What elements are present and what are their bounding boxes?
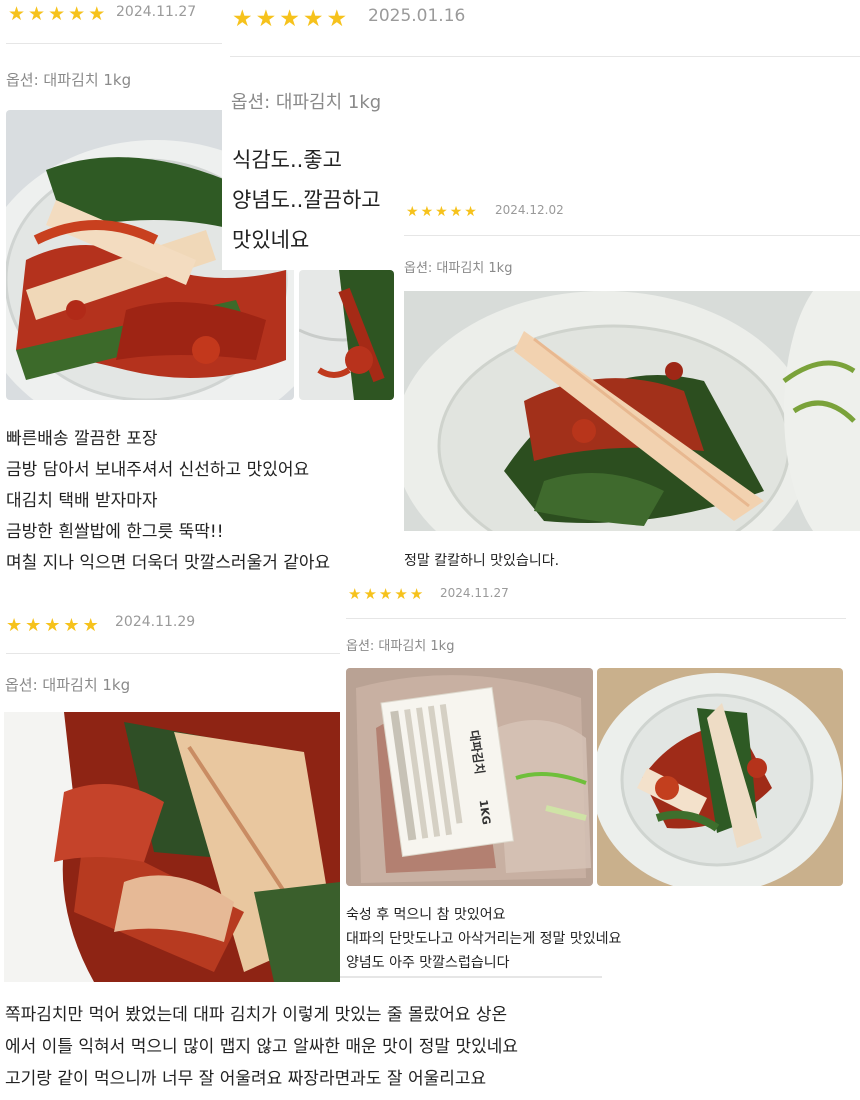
review-date: 2024.11.29 bbox=[115, 614, 196, 630]
review-text-line: 정말 칼칼하니 맛있습니다. bbox=[404, 553, 560, 569]
star-icon: ★ bbox=[63, 615, 80, 636]
star-icon: ★ bbox=[28, 3, 46, 25]
star-icon: ★ bbox=[232, 6, 253, 32]
star-icon: ★ bbox=[409, 585, 424, 603]
divider bbox=[6, 43, 222, 44]
review-text-line: 맛있네요 bbox=[232, 228, 310, 252]
review-text-line: 양념도..깔끔하고 bbox=[232, 188, 381, 212]
review-card-3: ★ ★ ★ ★ ★ 2024.12.02 옵션: 대파김치 1kg 정말 칼칼하… bbox=[400, 195, 860, 580]
review-date: 2024.11.27 bbox=[116, 4, 197, 20]
review-photo bbox=[299, 270, 394, 400]
review-text-line: 며칠 지나 익으면 더욱더 맛깔스러울거 같아요 bbox=[6, 553, 331, 573]
star-icon: ★ bbox=[88, 3, 106, 25]
review-photo bbox=[404, 291, 860, 531]
star-icon: ★ bbox=[6, 615, 23, 636]
review-date: 2025.01.16 bbox=[368, 6, 466, 26]
review-text-line: 고기랑 같이 먹으니까 너무 잘 어울려요 짜장라면과도 잘 어울리고요 bbox=[5, 1069, 487, 1089]
star-icon: ★ bbox=[48, 3, 66, 25]
star-rating: ★ ★ ★ ★ ★ bbox=[8, 5, 105, 24]
review-text-line: 쪽파김치만 먹어 봤었는데 대파 김치가 이렇게 맛있는 줄 몰랐어요 상온 bbox=[5, 1005, 508, 1025]
review-date: 2024.12.02 bbox=[495, 203, 564, 217]
review-text-line: 에서 이틀 익혀서 먹으니 많이 맵지 않고 알싸한 매운 맛이 정말 맛있네요 bbox=[5, 1037, 519, 1057]
review-card-5: ★ ★ ★ ★ ★ 2024.11.27 옵션: 대파김치 1kg 대파김치 1… bbox=[340, 578, 860, 978]
star-icon: ★ bbox=[68, 3, 86, 25]
star-icon: ★ bbox=[279, 6, 300, 32]
star-icon: ★ bbox=[25, 615, 42, 636]
review-date: 2024.11.27 bbox=[440, 586, 509, 600]
star-icon: ★ bbox=[363, 585, 377, 603]
review-option: 옵션: 대파김치 1kg bbox=[231, 92, 382, 113]
review-text-line: 양념도 아주 맛깔스럽습니다 bbox=[346, 955, 510, 971]
star-icon: ★ bbox=[348, 585, 362, 603]
star-icon: ★ bbox=[255, 6, 277, 32]
star-rating: ★ ★ ★ ★ ★ bbox=[406, 205, 477, 219]
review-photo: 대파김치 1KG bbox=[346, 668, 593, 886]
review-text-line: 금방한 흰쌀밥에 한그릇 뚝딱!! bbox=[6, 522, 224, 542]
star-icon: ★ bbox=[326, 6, 348, 32]
star-icon: ★ bbox=[8, 3, 26, 25]
star-icon: ★ bbox=[449, 204, 463, 220]
star-icon: ★ bbox=[420, 204, 434, 220]
review-text-line: 금방 담아서 보내주셔서 신선하고 맛있어요 bbox=[6, 460, 310, 480]
star-icon: ★ bbox=[302, 6, 324, 32]
star-icon: ★ bbox=[394, 585, 408, 603]
review-text-line: 빠른배송 깔끔한 포장 bbox=[6, 429, 158, 449]
star-rating: ★ ★ ★ ★ ★ bbox=[348, 587, 423, 602]
star-rating: ★ ★ ★ ★ ★ bbox=[6, 617, 99, 635]
review-option: 옵션: 대파김치 1kg bbox=[404, 261, 513, 276]
star-icon: ★ bbox=[44, 615, 61, 636]
star-icon: ★ bbox=[406, 204, 419, 220]
star-icon: ★ bbox=[435, 204, 448, 220]
review-photo bbox=[597, 668, 843, 886]
review-option: 옵션: 대파김치 1kg bbox=[6, 71, 132, 89]
star-icon: ★ bbox=[464, 204, 477, 220]
review-text-line: 식감도..좋고 bbox=[232, 148, 342, 172]
divider bbox=[6, 653, 340, 654]
star-icon: ★ bbox=[82, 615, 99, 636]
star-rating: ★ ★ ★ ★ ★ bbox=[232, 8, 347, 31]
divider bbox=[346, 618, 846, 619]
star-icon: ★ bbox=[378, 585, 393, 603]
review-text-line: 숙성 후 먹으니 참 맛있어요 bbox=[346, 907, 506, 923]
review-text-line: 대파의 단맛도나고 아삭거리는게 정말 맛있네요 bbox=[346, 931, 622, 947]
review-option: 옵션: 대파김치 1kg bbox=[346, 639, 455, 654]
review-photo bbox=[4, 712, 340, 982]
review-option: 옵션: 대파김치 1kg bbox=[5, 676, 131, 694]
divider bbox=[404, 235, 860, 236]
divider bbox=[230, 56, 860, 57]
review-text-line: 대김치 택배 받자마자 bbox=[6, 491, 158, 511]
